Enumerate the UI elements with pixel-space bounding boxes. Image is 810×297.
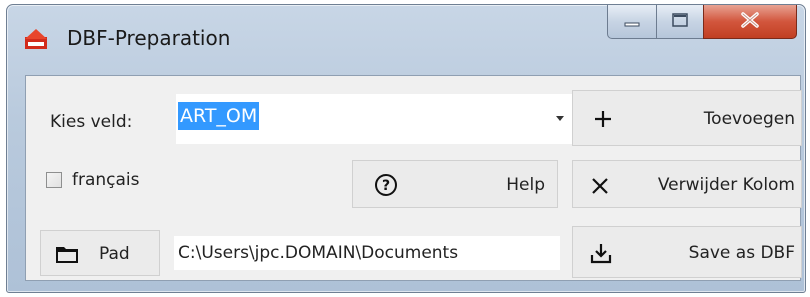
save-dbf-button[interactable]: Save as DBF — [572, 226, 802, 278]
field-select-label: Kies veld: — [50, 112, 133, 132]
x-icon — [589, 175, 611, 197]
maximize-button[interactable] — [656, 5, 704, 39]
path-button[interactable]: Pad — [40, 230, 160, 276]
add-button-label: Toevoegen — [703, 109, 795, 129]
plus-icon — [591, 107, 615, 131]
close-icon — [739, 11, 761, 33]
path-input[interactable]: C:\Users\jpc.DOMAIN\Documents — [174, 236, 560, 270]
maximize-icon — [671, 12, 689, 32]
path-button-label: Pad — [99, 244, 130, 264]
chevron-down-icon[interactable] — [556, 116, 564, 121]
client-area: Kies veld: ART_OM Toevoegen français ? H… — [25, 75, 802, 281]
app-icon — [25, 29, 47, 49]
minimize-icon — [623, 12, 641, 31]
remove-column-button-label: Verwijder Kolom — [657, 175, 795, 195]
francais-checkbox-label: français — [72, 170, 140, 190]
help-button-label: Help — [506, 175, 545, 195]
help-button[interactable]: ? Help — [352, 160, 558, 208]
field-select-value[interactable]: ART_OM — [178, 102, 260, 130]
minimize-button[interactable] — [607, 5, 657, 39]
svg-text:?: ? — [382, 178, 390, 194]
app-window: DBF-Preparation Kies veld: ART_OM Toevoe… — [6, 4, 806, 293]
download-icon — [589, 241, 613, 265]
folder-icon — [55, 243, 79, 265]
window-title: DBF-Preparation — [67, 26, 231, 50]
add-button[interactable]: Toevoegen — [572, 90, 802, 146]
question-circle-icon: ? — [373, 172, 399, 198]
close-button[interactable] — [703, 5, 797, 39]
remove-column-button[interactable]: Verwijder Kolom — [572, 160, 802, 208]
francais-checkbox[interactable] — [46, 172, 62, 188]
field-select-combobox[interactable]: ART_OM — [176, 94, 574, 144]
save-dbf-button-label: Save as DBF — [688, 243, 795, 263]
